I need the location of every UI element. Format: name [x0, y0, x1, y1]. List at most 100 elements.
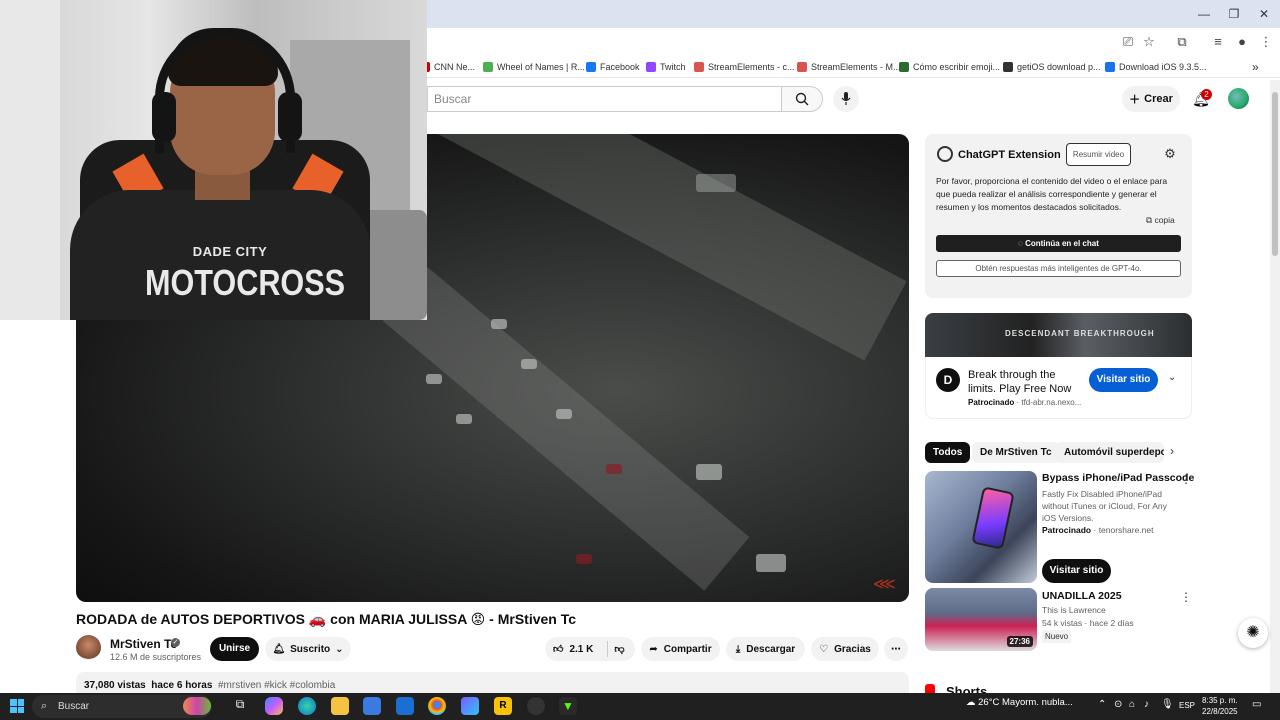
bookmark-streamelements-1[interactable]: StreamElements - c...	[694, 60, 795, 74]
bookmark-emoji[interactable]: Cómo escribir emoji...	[899, 60, 1000, 74]
video-frame-car	[756, 554, 786, 572]
share-button[interactable]: ➦ Compartir	[641, 637, 720, 661]
more-bookmarks-icon[interactable]: »	[1252, 60, 1259, 74]
windows-start-icon[interactable]	[10, 699, 24, 713]
recommendation-meta: 54 k vistas · hace 2 días	[1042, 618, 1134, 628]
upgrade-gpt4o-button[interactable]: Obtén respuestas más inteligentes de GPT…	[936, 260, 1181, 277]
thanks-button[interactable]: ♡ Gracias	[811, 637, 879, 661]
visit-site-button[interactable]: Visitar sitio	[1042, 559, 1111, 583]
more-vert-icon[interactable]: ⋮	[1180, 590, 1192, 604]
restore-icon[interactable]: ❐	[1224, 6, 1244, 22]
ad-banner-image[interactable]: DESCENDANT BREAKTHROUGH	[925, 313, 1192, 357]
chip-topic[interactable]: Automóvil superdepor	[1056, 442, 1164, 463]
chrome-icon[interactable]	[428, 697, 446, 715]
kick-icon[interactable]: ▼	[559, 697, 577, 715]
channel-name[interactable]: MrStiven Tc	[110, 637, 177, 651]
bookmark-wheel[interactable]: Wheel of Names | R...	[483, 60, 585, 74]
search-input[interactable]: Buscar	[427, 86, 781, 112]
camera-icon[interactable]: ⊙	[1114, 699, 1122, 710]
bookmark-facebook[interactable]: Facebook	[586, 60, 640, 74]
profile-icon[interactable]: ●	[1234, 34, 1250, 50]
video-frame-car	[456, 414, 472, 424]
create-button[interactable]: ＋ Crear	[1122, 86, 1180, 112]
ad-title[interactable]: Break through the limits. Play Free Now	[968, 368, 1080, 396]
search-button[interactable]	[781, 86, 823, 112]
extensions-icon[interactable]: ⧉	[1174, 34, 1190, 50]
summarize-video-button[interactable]: Resumir video	[1066, 143, 1131, 166]
rockstar-icon[interactable]: R	[494, 697, 512, 715]
chevron-right-icon[interactable]: ›	[1170, 444, 1174, 458]
getios-icon	[1003, 62, 1013, 72]
bookmark-streamelements-2[interactable]: StreamElements - M...	[797, 60, 901, 74]
voice-search-button[interactable]	[833, 86, 859, 112]
account-avatar[interactable]	[1228, 88, 1249, 109]
download-button[interactable]: ⤓ Descargar	[726, 637, 805, 661]
obs-icon[interactable]	[527, 697, 545, 715]
bookmark-download-ios[interactable]: Download iOS 9.3.5...	[1105, 60, 1207, 74]
bookmark-getios[interactable]: getiOS download p...	[1003, 60, 1101, 74]
task-view-icon[interactable]: ⧉	[231, 697, 249, 715]
recommendation-title[interactable]: Bypass iPhone/iPad Passcode	[1042, 472, 1194, 484]
chip-todos[interactable]: Todos	[925, 442, 971, 463]
divider	[607, 641, 609, 657]
copilot-icon[interactable]	[265, 697, 283, 715]
game-app-icon[interactable]	[461, 697, 479, 715]
mic-tray-icon[interactable]: 🎙︎	[1161, 699, 1174, 710]
clock[interactable]: 8:35 p. m. 22/8/2025	[1202, 695, 1238, 717]
store-icon[interactable]	[363, 697, 381, 715]
recommendation-title[interactable]: UNADILLA 2025	[1042, 590, 1122, 602]
chevron-up-icon[interactable]: ⌃	[1098, 699, 1106, 710]
star-icon[interactable]: ☆	[1141, 34, 1157, 50]
notification-count-badge: 2	[1201, 89, 1212, 100]
minimize-icon[interactable]: —	[1194, 6, 1214, 22]
mail-icon[interactable]	[396, 697, 414, 715]
notification-center-icon[interactable]: ▭	[1252, 699, 1261, 710]
subscribed-button[interactable]: 🔔︎ Suscrito ⌄	[265, 637, 351, 661]
new-badge: Nuevo	[1042, 630, 1072, 643]
bookmark-cnn[interactable]: CNN Ne...	[420, 60, 475, 74]
gear-icon[interactable]: ⚙	[1163, 147, 1177, 161]
reading-list-icon[interactable]: ≡	[1210, 34, 1226, 50]
join-button[interactable]: Unirse	[210, 637, 259, 661]
bell-icon: 🔔︎	[272, 643, 286, 655]
video-frame-road	[382, 267, 750, 591]
like-button[interactable]: 👍︎ 2.1 K	[553, 643, 593, 656]
language-indicator[interactable]: ESP	[1179, 701, 1195, 710]
cast-icon[interactable]: ⎚	[1120, 34, 1136, 50]
weather-widget[interactable]: ☁ 26°C Mayorm. nubla...	[966, 697, 1073, 708]
file-explorer-icon[interactable]	[331, 697, 349, 715]
search-icon	[795, 92, 809, 106]
close-icon[interactable]: ✕	[1254, 6, 1274, 22]
bookmark-twitch[interactable]: Twitch	[646, 60, 686, 74]
thanks-icon: ♡	[819, 643, 829, 655]
recommendation-thumbnail[interactable]	[925, 471, 1037, 583]
copy-button[interactable]: ⧉ copia	[1146, 215, 1175, 226]
channel-avatar[interactable]	[76, 635, 101, 660]
verified-icon: ✓	[171, 638, 180, 647]
more-actions-button[interactable]: ⋯	[884, 637, 908, 661]
more-vert-icon[interactable]: ⋮	[1180, 472, 1192, 486]
view-count: 37,080 vistas	[84, 680, 146, 691]
search-highlight-icon[interactable]	[183, 697, 211, 715]
headphones-icon	[155, 28, 295, 153]
scrollbar-thumb[interactable]	[1272, 92, 1278, 256]
edge-icon[interactable]	[298, 697, 316, 715]
chevron-down-icon[interactable]: ⌄	[1168, 372, 1176, 383]
hashtags[interactable]: #mrstiven #kick #colombia	[218, 680, 335, 691]
dislike-button[interactable]: 👎︎	[614, 643, 624, 655]
menu-dots-icon[interactable]: ⋮	[1258, 34, 1274, 50]
video-frame-car	[576, 554, 592, 564]
recommendation-thumbnail[interactable]: 27:36	[925, 588, 1037, 651]
chevron-down-icon: ⌄	[335, 643, 344, 655]
like-dislike-group: 👍︎ 2.1 K 👎︎	[545, 637, 635, 661]
ad-visit-site-button[interactable]: Visitar sitio	[1089, 368, 1158, 392]
speaker-icon[interactable]: ♪	[1144, 699, 1149, 710]
streamelements-icon	[797, 62, 807, 72]
extension-message: Por favor, proporciona el contenido del …	[936, 176, 1168, 212]
continue-in-chat-button[interactable]: ◌ Continúa en el chat	[936, 235, 1181, 252]
recommendation-channel[interactable]: This is Lawrence	[1042, 604, 1106, 616]
network-icon[interactable]: ⌂	[1129, 699, 1135, 710]
chatgpt-float-icon[interactable]: ✺	[1238, 618, 1268, 648]
headphone-cup	[152, 92, 176, 142]
chip-channel[interactable]: De MrStiven Tc	[972, 442, 1060, 463]
